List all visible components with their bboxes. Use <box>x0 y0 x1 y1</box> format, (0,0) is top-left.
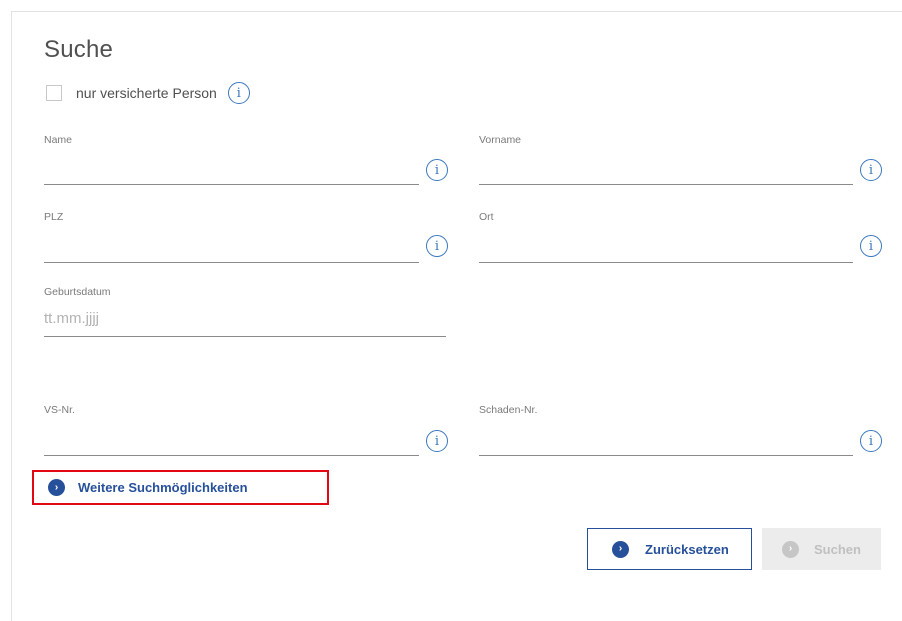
plz-input[interactable] <box>44 262 419 263</box>
chevron-right-circle-icon: › <box>612 540 629 558</box>
more-search-options-link[interactable]: › Weitere Suchmöglichkeiten <box>32 470 329 505</box>
vs-nr-input[interactable] <box>44 455 419 456</box>
schaden-nr-label: Schaden-Nr. <box>479 404 538 416</box>
vs-nr-field: VS-Nr. i <box>44 404 454 460</box>
search-button[interactable]: › Suchen <box>762 528 881 570</box>
info-icon[interactable]: i <box>426 159 448 181</box>
ort-field: Ort i <box>479 211 889 267</box>
chevron-right-circle-icon: › <box>48 479 65 496</box>
name-field: Name i <box>44 134 454 190</box>
search-button-label: Suchen <box>814 541 861 557</box>
geburtsdatum-placeholder[interactable]: tt.mm.jjjj <box>44 310 99 327</box>
reset-button-label: Zurücksetzen <box>645 541 729 557</box>
ort-input[interactable] <box>479 262 853 263</box>
vorname-label: Vorname <box>479 134 522 146</box>
info-icon[interactable]: i <box>426 235 448 257</box>
insured-person-label[interactable]: nur versicherte Person <box>76 85 217 101</box>
insured-person-checkbox[interactable] <box>46 85 62 101</box>
info-icon[interactable]: i <box>227 82 250 104</box>
vorname-field: Vorname i <box>479 134 889 190</box>
reset-button[interactable]: › Zurücksetzen <box>587 528 752 570</box>
more-search-options-label: Weitere Suchmöglichkeiten <box>78 480 248 495</box>
vorname-input[interactable] <box>479 184 853 185</box>
insured-person-filter: nur versicherte Person i <box>46 82 250 104</box>
schaden-nr-field: Schaden-Nr. i <box>479 404 889 460</box>
info-icon[interactable]: i <box>860 430 882 452</box>
page-title: Suche <box>44 36 114 63</box>
name-input[interactable] <box>44 184 419 185</box>
plz-field: PLZ i <box>44 211 454 267</box>
chevron-right-circle-icon: › <box>782 540 799 558</box>
info-icon[interactable]: i <box>426 430 448 452</box>
name-label: Name <box>44 134 73 146</box>
ort-label: Ort <box>479 211 494 223</box>
plz-label: PLZ <box>44 211 64 223</box>
geburtsdatum-label: Geburtsdatum <box>44 286 111 298</box>
info-icon[interactable]: i <box>860 159 882 181</box>
info-icon[interactable]: i <box>860 235 882 257</box>
geburtsdatum-field: Geburtsdatum tt.mm.jjjj <box>44 286 454 342</box>
geburtsdatum-input[interactable] <box>44 336 446 337</box>
vs-nr-label: VS-Nr. <box>44 404 75 416</box>
schaden-nr-input[interactable] <box>479 455 853 456</box>
